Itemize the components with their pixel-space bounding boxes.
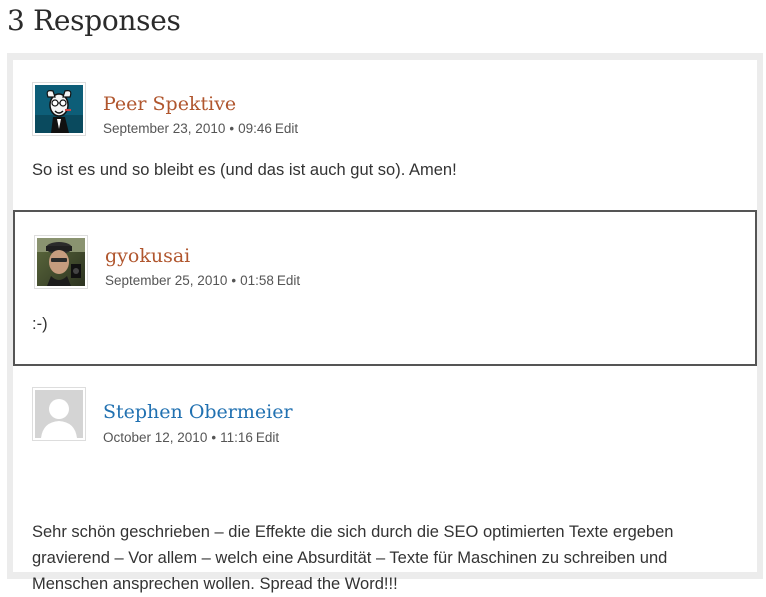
- comment-text: Sehr schön geschrieben – die Effekte die…: [32, 523, 674, 593]
- comment-date-link[interactable]: September 25, 2010: [105, 273, 227, 288]
- comment-item: Peer Spektive September 23, 2010 • 09:46 Ed…: [13, 60, 757, 210]
- comment-meta: September 23, 2010 • 09:46 Edit: [103, 121, 298, 136]
- comment-text: :-): [32, 315, 48, 333]
- comment-item: Stephen Obermeier October 12, 2010 • 11:16…: [13, 366, 757, 593]
- comment-date-link[interactable]: October 12, 2010: [103, 430, 207, 445]
- comment-time-link[interactable]: 01:58: [240, 273, 274, 288]
- cartoon-avatar-icon[interactable]: [32, 82, 86, 136]
- photo-avatar-icon[interactable]: [34, 235, 88, 289]
- comment-date-link[interactable]: September 23, 2010: [103, 121, 225, 136]
- comment-text: So ist es und so bleibt es (und das ist …: [32, 161, 457, 179]
- meta-separator: •: [211, 430, 217, 445]
- edit-link[interactable]: Edit: [277, 273, 300, 288]
- comment-item: gyokusai September 25, 2010 • 01:58 Edit :-…: [13, 210, 757, 366]
- comment-meta: October 12, 2010 • 11:16 Edit: [103, 430, 279, 445]
- comment-author-link[interactable]: gyokusai: [105, 245, 190, 267]
- edit-link[interactable]: Edit: [275, 121, 298, 136]
- meta-separator: •: [229, 121, 235, 136]
- comment-time-link[interactable]: 11:16: [220, 430, 253, 445]
- meta-separator: •: [231, 273, 237, 288]
- comment-list: Peer Spektive September 23, 2010 • 09:46 Ed…: [13, 60, 757, 593]
- comment-author-link[interactable]: Stephen Obermeier: [103, 401, 293, 423]
- default-avatar-icon[interactable]: [32, 387, 86, 441]
- edit-link[interactable]: Edit: [256, 430, 279, 445]
- comment-author-link[interactable]: Peer Spektive: [103, 93, 236, 115]
- comment-time-link[interactable]: 09:46: [238, 121, 272, 136]
- comment-meta: September 25, 2010 • 01:58 Edit: [105, 273, 300, 288]
- comments-heading: 3 Responses: [7, 4, 181, 37]
